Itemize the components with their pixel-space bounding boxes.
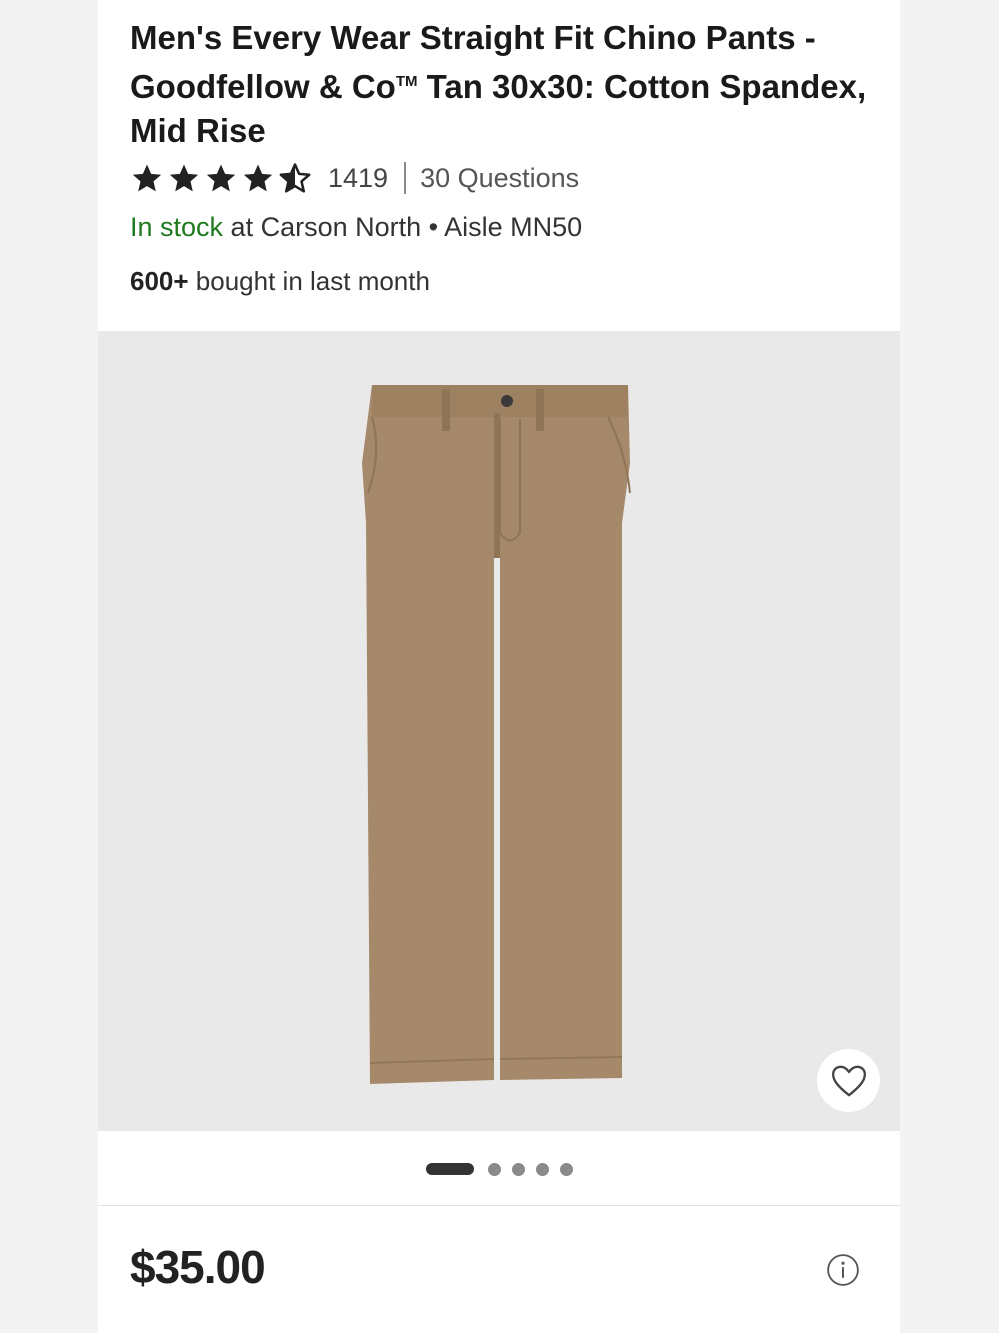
star-icon <box>206 164 236 192</box>
star-rating <box>130 161 312 195</box>
bought-count: 600+ <box>130 266 189 296</box>
heart-outline-icon <box>831 1065 866 1096</box>
favorite-button[interactable] <box>817 1049 880 1112</box>
review-count[interactable]: 1419 <box>328 163 388 194</box>
carousel-dot[interactable] <box>511 1162 525 1176</box>
bought-text: bought in last month <box>188 266 430 296</box>
section-divider <box>98 1205 900 1206</box>
carousel-dot[interactable] <box>535 1162 549 1176</box>
rating-row[interactable]: 1419 30 Questions <box>130 158 579 198</box>
product-title: Men's Every Wear Straight Fit Chino Pant… <box>130 16 870 153</box>
carousel-dot[interactable] <box>487 1162 501 1176</box>
star-icon <box>243 164 273 192</box>
carousel-dot-active[interactable] <box>425 1163 474 1175</box>
stock-location: at Carson North • Aisle MN50 <box>223 212 583 242</box>
stock-status: In stock <box>130 212 224 242</box>
star-icon <box>132 164 162 192</box>
product-image <box>362 385 631 1084</box>
questions-link[interactable]: 30 Questions <box>420 163 579 194</box>
half-star-icon <box>279 163 311 193</box>
info-circle-icon[interactable] <box>826 1253 860 1287</box>
stock-info[interactable]: In stock at Carson North • Aisle MN50 <box>130 212 582 243</box>
carousel-dot[interactable] <box>559 1162 573 1176</box>
carousel-indicator <box>98 1160 900 1178</box>
purchase-count: 600+ bought in last month <box>130 266 430 297</box>
product-image-carousel[interactable] <box>98 331 900 1131</box>
product-page: Men's Every Wear Straight Fit Chino Pant… <box>98 0 900 1333</box>
divider <box>404 162 407 194</box>
trademark-symbol: TM <box>395 73 418 90</box>
star-icon <box>169 164 199 192</box>
product-price: $35.00 <box>130 1241 266 1293</box>
